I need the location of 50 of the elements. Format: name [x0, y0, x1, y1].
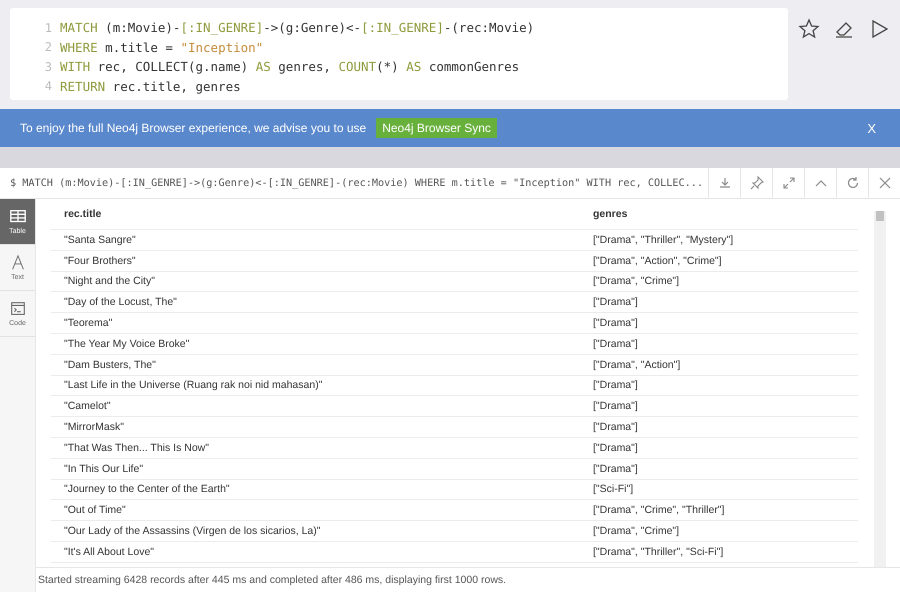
table-cell-text: "Our Lady of the Assassins (Virgen de los sicarios, La)" — [63, 525, 322, 538]
table-cell-text: ["Drama", "Action", "Crime"] — [593, 254, 723, 267]
table-cell-text: "MirrorMask" — [63, 421, 125, 434]
banner-text: To enjoy the full Neo4j Browser experience, we advise you to use — [20, 121, 366, 135]
code-line: WITH rec, COLLECT(g.name) AS genres, COUNT(*) AS commonGenres — [60, 59, 520, 74]
table-cell-text: ["Drama", "Crime"] — [593, 275, 680, 288]
table-cell-text: ["Drama"] — [593, 379, 639, 392]
table-cell-text: "Camelot" — [63, 400, 112, 412]
table-cell-text: ["Drama"] — [593, 442, 639, 454]
table-cell-text: ["Drama", "Thriller", "Mystery"] — [593, 234, 734, 246]
scrollbar[interactable] — [874, 211, 886, 567]
table-cell-text: ["Drama", "Crime"] — [593, 525, 680, 538]
star-icon[interactable] — [798, 18, 820, 40]
line-number: 3 — [44, 60, 53, 74]
table-cell-text: "Journey to the Center of the Earth" — [63, 483, 231, 496]
table-cell-text: ["Drama", "Action"] — [593, 358, 682, 371]
close-button[interactable]: X — [863, 120, 880, 136]
table-cell-text: "Four Brothers" — [63, 254, 137, 267]
table-cell-text: ["Drama"] — [593, 462, 639, 475]
table-cell-text: ["Drama"] — [593, 338, 639, 350]
table-cell-text: "That Was Then... This Is Now" — [63, 442, 210, 454]
table-cell-text: "Day of the Locust, The" — [63, 296, 178, 308]
table-cell-text: "Santa Sangre" — [63, 234, 137, 246]
table-cell-text: ["Drama"] — [593, 317, 639, 330]
line-number: 1 — [44, 20, 53, 35]
column-header: rec.title — [63, 208, 102, 220]
code-line: MATCH (m:Movie)-[:IN_GENRE]->(g:Genre)<-[:IN_GENRE]-(rec:Movie) — [60, 20, 534, 36]
table-cell-text: "Night and the City" — [63, 275, 156, 288]
table-cell-text: ["Drama"] — [593, 400, 639, 412]
line-number: 4 — [44, 79, 53, 94]
table-cell-text: "The Year My Voice Broke" — [63, 338, 190, 350]
code-line: RETURN rec.title, genres — [60, 78, 241, 94]
table-cell-text: ["Drama"] — [593, 421, 639, 434]
table-cell-text: ["Drama", "Thriller", "Sci-Fi"] — [593, 546, 724, 558]
table-cell-text: "Dam Busters, The" — [63, 358, 157, 371]
table-cell-text: "It's All About Love" — [63, 546, 156, 558]
table-cell-text: "Teorema" — [63, 317, 114, 330]
query-editor[interactable]: 1 MATCH (m:Movie)-[:IN_GENRE]->(g:Genre)<-[:IN_GENRE]-(rec:Movie) 2 WHERE m.title = "Inception" 3 WITH rec, COLLECT(g.name) AS genres, COUNT(*) AS commonGenres 4 RETURN rec.title, genres — [10, 8, 788, 100]
table-cell-text: ["Drama", "Crime", "Thriller"] — [593, 504, 726, 516]
column-header: genres — [593, 208, 628, 220]
status-text: Started streaming 6428 records after 445 ms and completed after 486 ms, displaying first 1000 rows. — [36, 567, 900, 592]
code-line: WHERE m.title = "Inception" — [60, 40, 264, 55]
terminal-icon — [8, 300, 26, 318]
table-cell-text: ["Drama"] — [593, 296, 639, 308]
query-title: $ MATCH (m:Movie)-[:IN_GENRE]->(g:Genre)<-[:IN_GENRE]-(rec:Movie) WHERE m.title = "Inception" WITH rec, COLLEC... — [9, 178, 704, 188]
table-cell-text: "Out of Time" — [63, 504, 127, 516]
table-cell-text: ["Sci-Fi"] — [593, 483, 634, 496]
line-number: 2 — [44, 40, 53, 54]
table-cell-text: "In This Our Life" — [63, 462, 144, 475]
table-cell-text: "Last Life in the Universe (Ruang rak noi nid mahasan)" — [63, 379, 324, 392]
